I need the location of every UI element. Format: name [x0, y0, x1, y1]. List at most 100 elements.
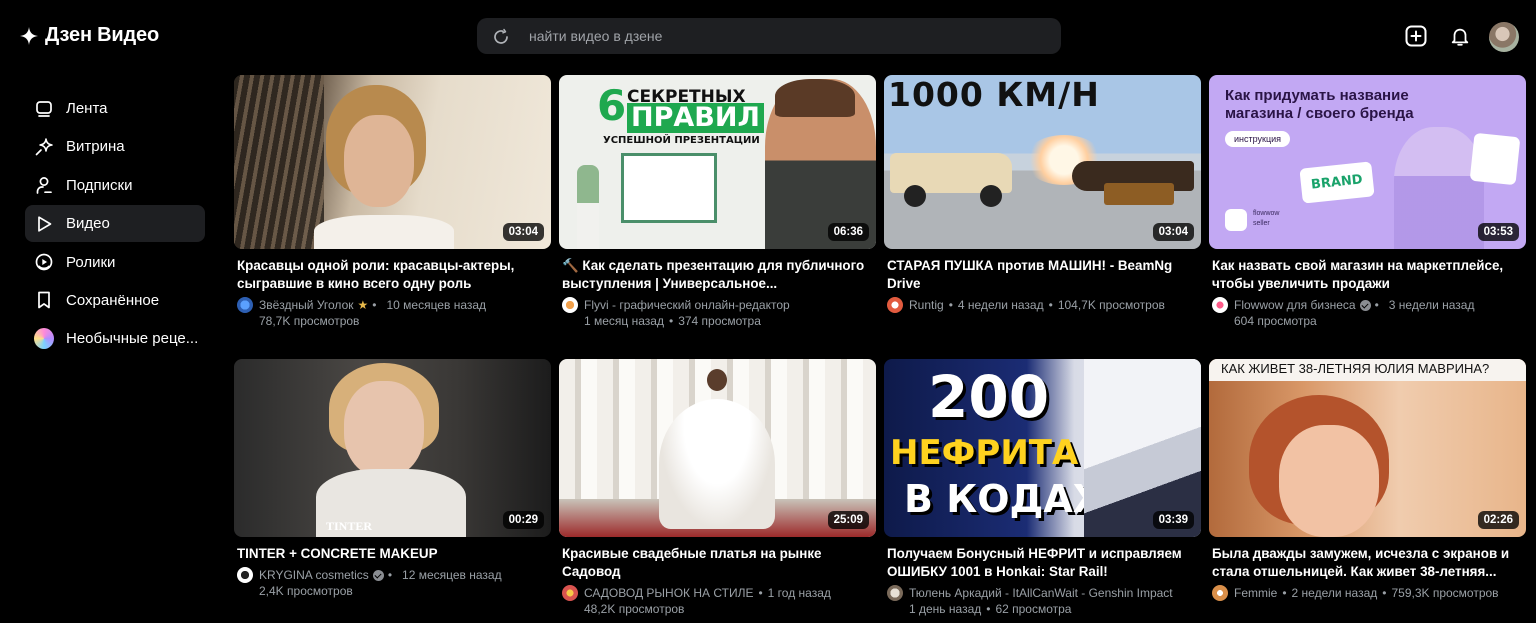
view-count: 374 просмотра: [678, 314, 761, 328]
video-title[interactable]: 🔨 Как сделать презентацию для публичного…: [562, 257, 873, 293]
view-count: 2,4K просмотров: [259, 584, 353, 598]
thumb-text: TINTER: [326, 519, 373, 533]
video-thumbnail[interactable]: 1000 КМ/Н 03:04: [884, 75, 1201, 249]
view-count: 78,7K просмотров: [259, 314, 360, 328]
video-meta: Звёздный Уголок ★ • 10 месяцев назад: [237, 297, 548, 313]
sidebar-item-label: Лента: [66, 100, 108, 117]
channel-avatar[interactable]: [237, 567, 253, 583]
sidebar-item-shorts[interactable]: Ролики: [25, 244, 205, 281]
thumb-text: flowwow: [1253, 210, 1280, 217]
sidebar-item-video[interactable]: Видео: [25, 205, 205, 243]
video-thumbnail[interactable]: 6 СЕКРЕТНЫХ ПРАВИЛ УСПЕШНОЙ ПРЕЗЕНТАЦИИ …: [559, 75, 876, 249]
thumb-text: ПРАВИЛ: [627, 103, 764, 133]
person-icon: [34, 175, 54, 195]
video-thumbnail[interactable]: 03:04: [234, 75, 551, 249]
video-card[interactable]: 200 НЕФРИТА В КОДАХ 03:39 Получаем Бонус…: [884, 359, 1201, 616]
video-thumbnail[interactable]: 200 НЕФРИТА В КОДАХ 03:39: [884, 359, 1201, 537]
logo[interactable]: Дзен Видео: [20, 24, 159, 47]
published-ago: 3 недели назад: [1388, 298, 1475, 312]
channel-avatar-icon: [34, 328, 54, 350]
channel-avatar[interactable]: [562, 297, 578, 313]
duration-badge: 06:36: [827, 223, 869, 241]
video-card[interactable]: 6 СЕКРЕТНЫХ ПРАВИЛ УСПЕШНОЙ ПРЕЗЕНТАЦИИ …: [559, 75, 876, 328]
add-button[interactable]: [1402, 22, 1430, 50]
search-input[interactable]: [527, 27, 1031, 45]
duration-badge: 03:04: [1152, 223, 1194, 241]
channel-name[interactable]: Femmie: [1234, 586, 1277, 600]
video-thumbnail[interactable]: Как придумать название магазина / своего…: [1209, 75, 1526, 249]
logo-text: Дзен Видео: [45, 24, 159, 46]
channel-name[interactable]: САДОВОД РЫНОК НА СТИЛЕ: [584, 586, 753, 600]
view-count: 48,2K просмотров: [584, 602, 685, 616]
channel-avatar[interactable]: [887, 297, 903, 313]
sidebar-item-saved[interactable]: Сохранённое: [25, 282, 205, 319]
channel-avatar[interactable]: [1212, 585, 1228, 601]
video-card[interactable]: КАК ЖИВЕТ 38-ЛЕТНЯЯ ЮЛИЯ МАВРИНА? 02:26 …: [1209, 359, 1526, 601]
channel-name[interactable]: Звёздный Уголок: [259, 298, 354, 312]
sidebar-item-label: Необычные реце...: [66, 330, 199, 348]
channel-name[interactable]: Тюлень Аркадий - ItAllCanWait - Genshin …: [909, 586, 1173, 600]
sparkle-pin-icon: [34, 137, 54, 157]
shorts-icon: [34, 252, 54, 272]
channel-avatar[interactable]: [887, 585, 903, 601]
video-meta: Runtig • 4 недели назад • 104,7K просмотро…: [887, 297, 1198, 313]
notifications-button[interactable]: [1446, 22, 1474, 50]
search-icon: [494, 28, 508, 44]
video-card[interactable]: 25:09 Красивые свадебные платья на рынке…: [559, 359, 876, 616]
video-thumbnail[interactable]: 25:09: [559, 359, 876, 537]
video-title[interactable]: Была дважды замужем, исчезла с экранов и…: [1212, 545, 1523, 581]
thumb-text: BRAND: [1299, 161, 1375, 204]
star-icon: ★: [357, 298, 369, 312]
video-thumbnail[interactable]: КАК ЖИВЕТ 38-ЛЕТНЯЯ ЮЛИЯ МАВРИНА? 02:26: [1209, 359, 1526, 537]
thumb-text: seller: [1253, 220, 1270, 227]
video-meta: KRYGINA cosmetics • 12 месяцев назад: [237, 567, 548, 583]
user-avatar[interactable]: [1489, 22, 1519, 52]
video-card[interactable]: 03:04 Красавцы одной роли: красавцы-акте…: [234, 75, 551, 328]
video-card[interactable]: TINTER 00:29 TINTER + CONCRETE MAKEUP KR…: [234, 359, 551, 598]
separator-dot: •: [372, 298, 377, 312]
video-title[interactable]: Красивые свадебные платья на рынке Садов…: [562, 545, 873, 581]
video-thumbnail[interactable]: TINTER 00:29: [234, 359, 551, 537]
published-ago: 12 месяцев назад: [402, 568, 502, 582]
published-ago: 1 год назад: [767, 586, 831, 600]
video-title[interactable]: TINTER + CONCRETE MAKEUP: [237, 545, 548, 563]
channel-avatar[interactable]: [562, 585, 578, 601]
sidebar-item-feed[interactable]: Лента: [25, 90, 205, 127]
bookmark-icon: [34, 290, 54, 310]
video-stats: 1 месяц назад • 374 просмотра: [584, 314, 761, 328]
search-bar[interactable]: [477, 18, 1061, 54]
verified-icon: [372, 569, 384, 581]
view-count: 104,7K просмотров: [1057, 298, 1165, 312]
channel-avatar[interactable]: [1212, 297, 1228, 313]
video-title[interactable]: Получаем Бонусный НЕФРИТ и исправляем ОШ…: [887, 545, 1198, 581]
published-ago: 4 недели назад: [957, 298, 1044, 312]
channel-name[interactable]: Flowwow для бизнеса: [1234, 298, 1356, 312]
duration-badge: 00:29: [502, 511, 544, 529]
video-title[interactable]: Красавцы одной роли: красавцы-актеры, сы…: [237, 257, 548, 293]
sparkle-logo-icon: [20, 26, 38, 45]
channel-avatar[interactable]: [237, 297, 253, 313]
video-title[interactable]: Как назвать свой магазин на маркетплейсе…: [1212, 257, 1523, 293]
video-card[interactable]: 1000 КМ/Н 03:04 СТАРАЯ ПУШКА против МАШИ…: [884, 75, 1201, 313]
channel-name[interactable]: Runtig: [909, 298, 944, 312]
channel-name[interactable]: KRYGINA cosmetics: [259, 568, 369, 582]
sidebar-item-showcase[interactable]: Витрина: [25, 128, 205, 165]
view-count: 759,3K просмотров: [1391, 586, 1499, 600]
thumb-text: 1000 КМ/Н: [888, 75, 1100, 114]
video-meta: Flowwow для бизнеса • 3 недели назад: [1212, 297, 1523, 313]
view-count: 62 просмотра: [995, 602, 1072, 616]
video-card[interactable]: Как придумать название магазина / своего…: [1209, 75, 1526, 328]
duration-badge: 03:39: [1152, 511, 1194, 529]
duration-badge: 03:53: [1477, 223, 1519, 241]
channel-name[interactable]: Flyvi - графический онлайн-редактор: [584, 298, 790, 312]
video-title[interactable]: СТАРАЯ ПУШКА против МАШИН! - BeamNg Driv…: [887, 257, 1198, 293]
duration-badge: 03:04: [502, 223, 544, 241]
thumb-text: НЕФРИТА: [890, 433, 1079, 473]
sidebar-item-label: Подписки: [66, 176, 133, 194]
published-ago: 10 месяцев назад: [386, 298, 487, 312]
sidebar-item-subscriptions[interactable]: Подписки: [25, 167, 205, 204]
thumb-text: 6: [597, 81, 627, 130]
sidebar-item-channel[interactable]: Необычные реце...: [25, 320, 205, 357]
thumb-text: 200: [928, 363, 1050, 431]
video-stats: 1 день назад • 62 просмотра: [909, 602, 1072, 616]
